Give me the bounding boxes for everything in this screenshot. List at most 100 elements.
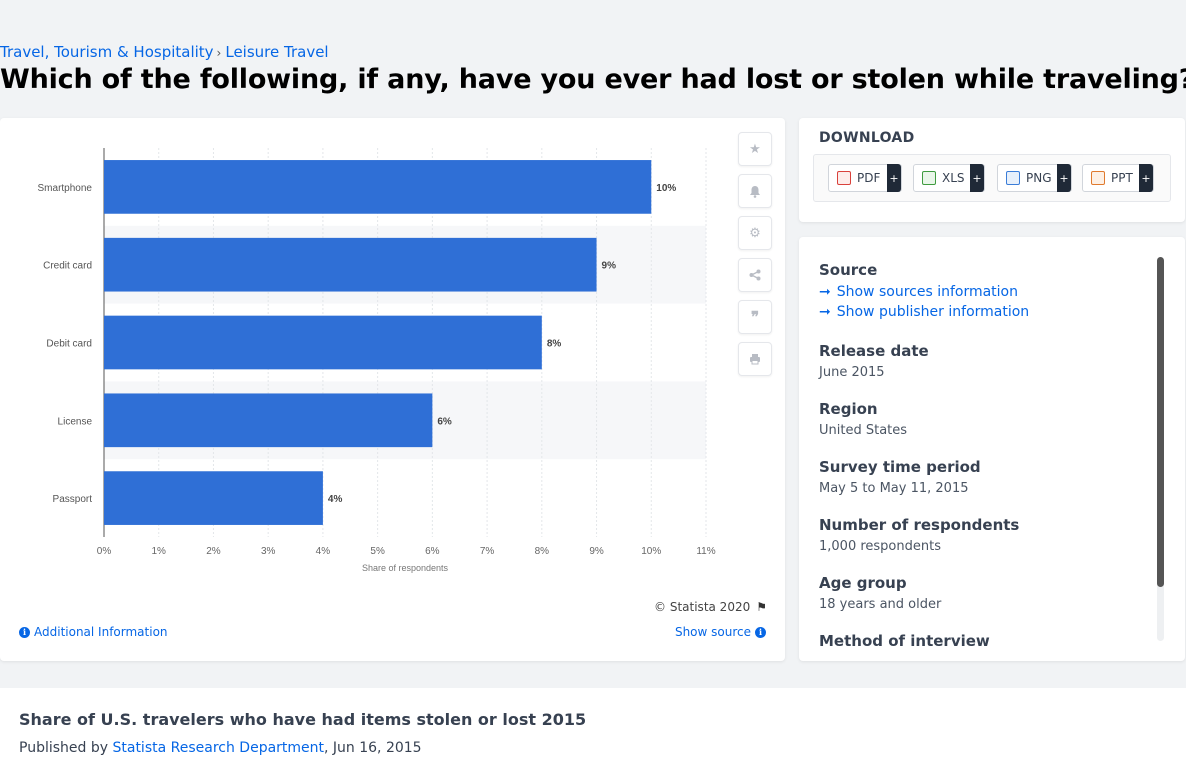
- x-tick-label: 6%: [425, 546, 440, 557]
- category-label: Passport: [53, 494, 93, 505]
- chart-card: Smartphone 10% Credit card 9% Debit card 8% Li…: [0, 118, 785, 661]
- share-button[interactable]: [738, 258, 772, 292]
- download-xls-button[interactable]: XLS +: [913, 164, 985, 192]
- arrow-right-icon: ➞: [819, 304, 831, 320]
- respondents-heading: Number of respondents: [819, 516, 1020, 534]
- download-ppt-plus[interactable]: +: [1139, 164, 1153, 192]
- gear-icon: ⚙: [749, 225, 761, 240]
- download-card: DOWNLOAD PDF + XLS + PNG + PPT +: [799, 118, 1185, 222]
- print-button[interactable]: [738, 342, 772, 376]
- additional-information-link[interactable]: i Additional Information: [19, 625, 168, 639]
- ppt-file-icon: [1091, 171, 1105, 185]
- data-label: 4%: [328, 494, 343, 505]
- bar: [104, 393, 433, 448]
- statistic-details-card: Source ➞ Show sources information ➞ Show p…: [799, 237, 1185, 661]
- description-section: Share of U.S. travelers who have had ite…: [0, 688, 1186, 768]
- quote-icon: ❞: [750, 309, 760, 326]
- show-source-link[interactable]: Show source i: [675, 625, 766, 639]
- x-tick-label: 0%: [97, 546, 112, 557]
- show-publisher-link[interactable]: ➞ Show publisher information: [819, 304, 1149, 320]
- flag-icon[interactable]: ⚑: [756, 600, 767, 614]
- x-tick-label: 11%: [696, 546, 715, 557]
- xls-file-icon: [922, 171, 936, 185]
- age-group-heading: Age group: [819, 574, 907, 592]
- additional-information-label: Additional Information: [34, 625, 168, 639]
- x-tick-label: 1%: [152, 546, 167, 557]
- bar-chart: Smartphone 10% Credit card 9% Debit card 8% Li…: [38, 148, 716, 573]
- data-label: 9%: [602, 261, 617, 272]
- published-prefix: Published by: [19, 740, 109, 756]
- statistic-title: Share of U.S. travelers who have had ite…: [19, 710, 587, 729]
- download-ppt-label: PPT: [1111, 171, 1133, 185]
- data-label: 10%: [656, 183, 676, 194]
- download-pdf-label: PDF: [857, 171, 881, 185]
- breadcrumb-separator: ›: [216, 46, 222, 60]
- age-group-value: 18 years and older: [819, 597, 942, 612]
- download-title: DOWNLOAD: [819, 130, 915, 146]
- x-axis-title: Share of respondents: [362, 563, 449, 573]
- x-tick-label: 7%: [480, 546, 495, 557]
- x-tick-label: 8%: [535, 546, 550, 557]
- cite-button[interactable]: ❞: [738, 300, 772, 334]
- survey-period-heading: Survey time period: [819, 458, 981, 476]
- chart-toolbar: ★ ⚙ ❞: [738, 132, 772, 384]
- notification-button[interactable]: [738, 174, 772, 208]
- publisher-link[interactable]: Statista Research Department: [112, 740, 324, 756]
- statistic-details: Source ➞ Show sources information ➞ Show p…: [819, 261, 1149, 655]
- share-icon: [749, 269, 761, 281]
- data-label: 8%: [547, 339, 562, 350]
- download-xls-label: XLS: [942, 171, 965, 185]
- download-png-plus[interactable]: +: [1057, 164, 1071, 192]
- show-sources-link[interactable]: ➞ Show sources information: [819, 284, 1149, 300]
- download-buttons: PDF + XLS + PNG + PPT +: [813, 154, 1171, 202]
- publish-date: , Jun 16, 2015: [324, 740, 422, 756]
- download-png-button[interactable]: PNG +: [997, 164, 1072, 192]
- bar: [104, 315, 542, 370]
- survey-period-value: May 5 to May 11, 2015: [819, 481, 969, 496]
- x-tick-label: 3%: [261, 546, 276, 557]
- pdf-file-icon: [837, 171, 851, 185]
- favorite-button[interactable]: ★: [738, 132, 772, 166]
- category-label: Credit card: [43, 261, 92, 272]
- breadcrumb-category-link[interactable]: Travel, Tourism & Hospitality: [0, 43, 214, 61]
- published-by: Published by Statista Research Departmen…: [19, 740, 422, 756]
- bar: [104, 160, 652, 214]
- release-date-heading: Release date: [819, 342, 929, 360]
- download-png-label: PNG: [1026, 171, 1052, 185]
- show-sources-label: Show sources information: [836, 284, 1018, 300]
- bell-icon: [750, 185, 760, 198]
- breadcrumb-subcategory-link[interactable]: Leisure Travel: [225, 43, 328, 61]
- star-icon: ★: [749, 141, 761, 156]
- category-label: Smartphone: [38, 183, 93, 194]
- show-publisher-label: Show publisher information: [836, 304, 1030, 320]
- png-file-icon: [1006, 171, 1020, 185]
- x-tick-label: 5%: [370, 546, 385, 557]
- copyright: © Statista 2020 ⚑: [654, 600, 767, 614]
- release-date-value: June 2015: [819, 365, 885, 380]
- bar: [104, 237, 597, 292]
- region-value: United States: [819, 423, 908, 438]
- category-label: Debit card: [46, 339, 92, 350]
- download-pdf-plus[interactable]: +: [887, 164, 901, 192]
- respondents-value: 1,000 respondents: [819, 539, 941, 554]
- settings-button[interactable]: ⚙: [738, 216, 772, 250]
- data-label: 6%: [437, 416, 452, 427]
- x-tick-label: 10%: [641, 546, 661, 557]
- page-title: Which of the following, if any, have you…: [0, 64, 1186, 95]
- download-xls-plus[interactable]: +: [970, 164, 984, 192]
- download-ppt-button[interactable]: PPT +: [1082, 164, 1154, 192]
- source-heading: Source: [819, 261, 878, 279]
- info-icon: i: [755, 626, 766, 638]
- info-icon: i: [19, 626, 30, 638]
- x-tick-label: 9%: [589, 546, 604, 557]
- download-pdf-button[interactable]: PDF +: [828, 164, 902, 192]
- details-scrollbar[interactable]: [1157, 257, 1164, 641]
- arrow-right-icon: ➞: [819, 284, 831, 300]
- print-icon: [750, 354, 760, 365]
- x-tick-label: 2%: [206, 546, 221, 557]
- scrollbar-thumb[interactable]: [1157, 257, 1164, 587]
- show-source-label: Show source: [674, 625, 751, 639]
- region-heading: Region: [819, 400, 878, 418]
- x-tick-label: 4%: [316, 546, 331, 557]
- copyright-text: © Statista 2020: [654, 600, 751, 614]
